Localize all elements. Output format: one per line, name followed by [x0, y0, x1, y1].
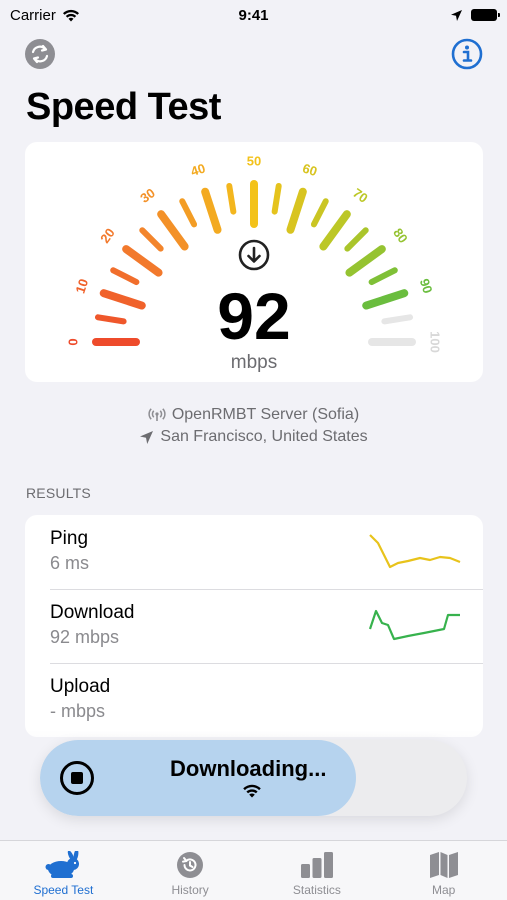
location-arrow-icon	[140, 430, 154, 444]
gauge-tick-label: 20	[97, 225, 118, 246]
battery-icon	[471, 9, 500, 21]
gauge-minor-tick	[139, 227, 164, 252]
tab-label: Statistics	[292, 883, 341, 897]
gauge-tick-label: 40	[189, 160, 207, 179]
result-row-ping[interactable]: Ping 6 ms	[25, 515, 483, 589]
result-name: Upload	[50, 676, 111, 697]
server-name: OpenRMBT Server (Sofia)	[171, 406, 360, 423]
speed-gauge-card: 0 10 20 30 40 50 60 70 80 90 100 92 mbps	[25, 142, 483, 382]
repeat-icon	[25, 39, 55, 69]
tab-bar: Speed Test History Statistics Map	[0, 840, 507, 900]
info-button[interactable]	[451, 38, 483, 70]
gauge-major-tick	[319, 210, 351, 251]
status-bar: Carrier 9:41	[0, 0, 507, 30]
gauge-minor-tick	[94, 314, 127, 325]
repeat-button[interactable]	[24, 38, 56, 70]
gauge-major-tick	[345, 245, 386, 277]
gauge-tick-label: 10	[72, 277, 91, 295]
status-time: 9:41	[238, 6, 269, 24]
tab-statistics[interactable]: Statistics	[254, 841, 381, 900]
tab-label: History	[171, 883, 209, 897]
bar-chart-icon	[300, 852, 333, 878]
gauge-major-tick	[99, 289, 146, 310]
map-icon	[429, 852, 458, 878]
rabbit-icon	[45, 851, 80, 878]
gauge-major-tick	[286, 187, 307, 234]
download-arrow-icon	[238, 239, 270, 271]
gauge-minor-tick	[226, 182, 237, 215]
gauge-minor-tick	[368, 267, 398, 286]
carrier-label: Carrier	[10, 6, 56, 24]
speed-gauge: 0 10 20 30 40 50 60 70 80 90 100 92 mbps	[65, 153, 443, 373]
gauge-minor-tick	[310, 198, 329, 228]
stop-button[interactable]	[60, 761, 94, 795]
tab-label: Speed Test	[33, 883, 94, 897]
gauge-minor-tick	[381, 314, 414, 325]
gauge-tick-label: 100	[428, 331, 443, 353]
tab-label: Map	[431, 883, 456, 897]
tab-speed-test[interactable]: Speed Test	[0, 841, 127, 900]
nav-bar	[24, 36, 483, 72]
results-list: Ping 6 ms Download 92 mbps Upload - mbps	[25, 515, 483, 737]
page-title: Speed Test	[26, 86, 221, 128]
result-value: - mbps	[50, 701, 106, 721]
gauge-tick-label: 70	[350, 185, 371, 206]
test-progress-bar: Downloading...	[40, 740, 467, 816]
tab-map[interactable]: Map	[380, 841, 507, 900]
result-row-upload[interactable]: Upload - mbps	[25, 663, 483, 737]
tab-history[interactable]: History	[127, 841, 254, 900]
gauge-major-tick	[201, 187, 222, 234]
download-sparkline	[368, 609, 460, 641]
gauge-major-tick	[157, 210, 189, 251]
gauge-tick-label: 90	[417, 277, 436, 295]
gauge-major-tick	[362, 289, 409, 310]
gauge-minor-tick	[344, 227, 369, 252]
gauge-value: 92	[217, 279, 290, 353]
wifi-icon	[62, 9, 79, 21]
gauge-minor-tick	[179, 198, 198, 228]
result-row-download[interactable]: Download 92 mbps	[25, 589, 483, 663]
gauge-tick-label: 80	[390, 225, 411, 246]
info-icon	[451, 38, 483, 70]
stop-icon	[71, 772, 83, 784]
location-arrow-icon	[451, 9, 462, 21]
server-location: San Francisco, United States	[160, 428, 368, 445]
gauge-tick-label: 60	[301, 160, 319, 179]
gauge-tick-label: 30	[137, 185, 158, 206]
ping-sparkline	[369, 534, 461, 569]
antenna-icon	[148, 408, 166, 421]
gauge-tick-label: 0	[65, 338, 80, 345]
server-info: OpenRMBT Server (Sofia) San Francisco, U…	[0, 404, 507, 448]
results-header: RESULTS	[26, 485, 91, 501]
gauge-minor-tick	[110, 267, 140, 286]
gauge-tick-label: 50	[247, 153, 261, 168]
progress-label: Downloading...	[170, 756, 327, 781]
gauge-minor-tick	[271, 182, 282, 215]
gauge-unit: mbps	[231, 352, 277, 373]
wifi-icon	[243, 784, 261, 798]
gauge-major-tick	[122, 245, 163, 277]
history-icon	[177, 852, 204, 878]
